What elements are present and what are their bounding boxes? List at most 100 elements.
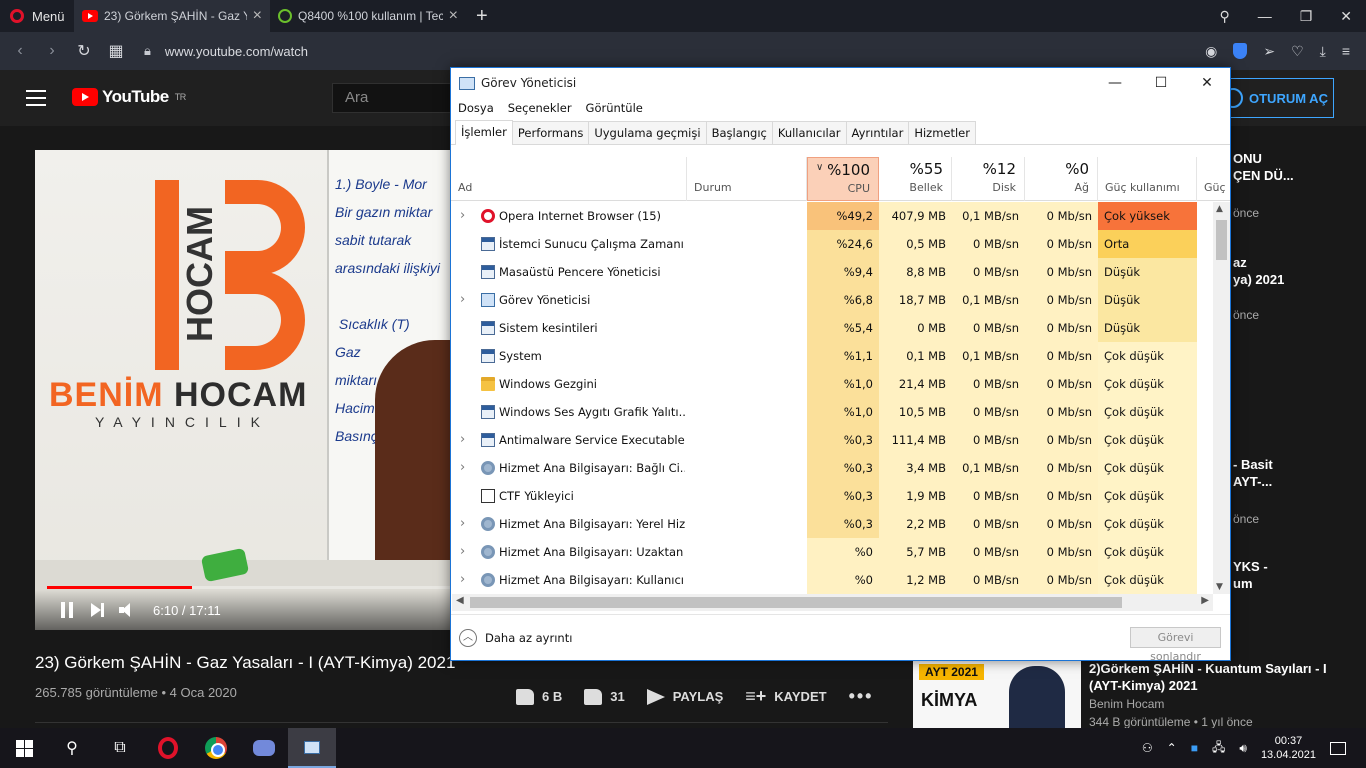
process-row[interactable]: CTF Yükleyici %0,3 1,9 MB 0 MB/sn 0 Mb/sn Çok… [451, 482, 1230, 510]
process-row[interactable]: › Hizmet Ana Bilgisayarı: Uzaktan ... %0 5,… [451, 538, 1230, 566]
sidebar-peek-title[interactable]: ONU ÇEN DÜ... [1233, 150, 1294, 184]
share-button[interactable]: PAYLAŞ [646, 688, 723, 705]
hamburger-menu-icon[interactable] [26, 90, 46, 111]
download-icon[interactable]: ⤓ [1320, 43, 1326, 60]
pause-icon[interactable] [61, 602, 73, 618]
col-name[interactable]: Ad [451, 157, 687, 201]
volume-icon[interactable] [119, 603, 135, 617]
menu-view[interactable]: Görüntüle [586, 101, 643, 115]
people-icon[interactable]: ⚇ [1142, 741, 1153, 755]
taskbar-task-manager[interactable] [288, 728, 336, 768]
scroll-right-icon[interactable]: ▶ [1201, 595, 1209, 606]
col-cpu[interactable]: ∨ %100 CPU [807, 157, 879, 201]
horizontal-scrollbar[interactable]: ◀ ▶ [452, 594, 1213, 611]
youtube-search-input[interactable]: Ara [332, 83, 462, 113]
maximize-icon[interactable]: ☐ [1138, 75, 1184, 91]
expand-chevron-icon[interactable]: › [460, 538, 472, 566]
video-progress-bar[interactable] [47, 586, 451, 589]
col-memory[interactable]: %55 Bellek [879, 157, 952, 201]
menu-file[interactable]: Dosya [458, 101, 494, 115]
heart-icon[interactable]: ♡ [1291, 43, 1304, 60]
col-power[interactable]: Güç kullanımı [1098, 157, 1197, 201]
menu-options[interactable]: Seçenekler [508, 101, 572, 115]
expand-chevron-icon[interactable]: › [460, 510, 472, 538]
camera-icon[interactable]: ◉ [1205, 43, 1217, 60]
process-row[interactable]: System %1,1 0,1 MB 0,1 MB/sn 0 Mb/sn Çok düşü… [451, 342, 1230, 370]
process-row[interactable]: › Görev Yöneticisi %6,8 18,7 MB 0,1 MB/sn 0 M… [451, 286, 1230, 314]
minimize-icon[interactable]: — [1092, 75, 1138, 91]
clock[interactable]: 00:37 13.04.2021 [1261, 734, 1316, 762]
recommended-thumbnail[interactable]: AYT 2021 KİMYA [913, 660, 1081, 728]
col-disk[interactable]: %12 Disk [952, 157, 1025, 201]
sidebar-peek-title[interactable]: - Basit AYT-... [1233, 456, 1273, 490]
browser-tab-techforum[interactable]: Q8400 %100 kullanım | Tech × [270, 0, 466, 32]
dislike-button[interactable]: 31 [584, 688, 625, 705]
scroll-left-icon[interactable]: ◀ [456, 595, 464, 606]
scroll-up-icon[interactable]: ▲ [1216, 204, 1223, 214]
send-icon[interactable]: ➢ [1263, 43, 1275, 60]
sidebar-peek-title[interactable]: az ya) 2021 [1233, 254, 1284, 288]
expand-chevron-icon[interactable]: › [460, 454, 472, 482]
search-tabs-icon[interactable]: ⚲ [1219, 8, 1229, 25]
scroll-down-icon[interactable]: ▼ [1216, 582, 1223, 592]
defender-icon[interactable]: ■ [1191, 741, 1198, 755]
process-row[interactable]: Masaüstü Pencere Yöneticisi %9,4 8,8 MB 0 M… [451, 258, 1230, 286]
task-manager-titlebar[interactable]: Görev Yöneticisi — ☐ ✕ [451, 68, 1230, 98]
chevron-up-icon[interactable]: ︿ [459, 628, 477, 647]
tab-services[interactable]: Hizmetler [908, 121, 976, 144]
close-tab-icon[interactable]: × [449, 7, 458, 25]
reload-icon[interactable]: ↻ [68, 41, 100, 61]
next-video-icon[interactable] [91, 603, 104, 617]
tab-users[interactable]: Kullanıcılar [771, 121, 847, 144]
expand-chevron-icon[interactable]: › [460, 426, 472, 454]
url-field[interactable]: 🔒︎ www.youtube.com/watch [144, 43, 308, 59]
new-tab-button[interactable]: + [466, 5, 498, 28]
save-button[interactable]: ≡+ KAYDET [745, 686, 826, 707]
minimize-icon[interactable]: — [1258, 8, 1272, 24]
speed-dial-icon[interactable]: ▦ [100, 41, 132, 61]
search-icon[interactable]: ⚲ [48, 728, 96, 768]
recommended-channel[interactable]: Benim Hocam [1089, 697, 1164, 711]
more-actions-icon[interactable]: ••• [849, 686, 874, 707]
opera-menu-button[interactable]: Menü [0, 0, 74, 32]
restore-icon[interactable]: ❐ [1300, 8, 1313, 25]
process-row[interactable]: › Antimalware Service Executable %0,3 111,4… [451, 426, 1230, 454]
process-row[interactable]: › Opera Internet Browser (15) %49,2 407,9 M… [451, 202, 1230, 230]
taskbar-discord[interactable] [240, 728, 288, 768]
adblock-shield-icon[interactable] [1233, 43, 1248, 59]
tab-performance[interactable]: Performans [511, 121, 590, 144]
browser-tab-youtube[interactable]: 23) Görkem ŞAHİN - Gaz Ya × [74, 0, 270, 32]
end-task-button[interactable]: Görevi sonlandır [1130, 627, 1221, 663]
like-button[interactable]: 6 B [516, 688, 562, 705]
task-view-icon[interactable]: ⧉ [96, 728, 144, 768]
col-power-trend[interactable]: Güç [1197, 157, 1230, 201]
vertical-scrollbar[interactable]: ▲ ▼ [1213, 202, 1230, 594]
menu-lines-icon[interactable]: ≡ [1342, 43, 1350, 59]
expand-chevron-icon[interactable]: › [460, 286, 472, 314]
tray-chevron-up-icon[interactable]: ⌃ [1167, 741, 1177, 755]
tab-app-history[interactable]: Uygulama geçmişi [588, 121, 707, 144]
start-button[interactable] [0, 728, 48, 768]
notification-center-icon[interactable] [1330, 741, 1346, 755]
close-tab-icon[interactable]: × [253, 7, 262, 25]
fewer-details-link[interactable]: Daha az ayrıntı [485, 631, 572, 645]
close-icon[interactable]: ✕ [1184, 75, 1230, 91]
scroll-thumb[interactable] [470, 597, 1122, 608]
network-icon[interactable]: 🖧︎ [1212, 738, 1225, 759]
back-icon[interactable]: ‹ [4, 42, 36, 60]
process-row[interactable]: İstemci Sunucu Çalışma Zamanı... %24,6 0,5… [451, 230, 1230, 258]
process-row[interactable]: › Hizmet Ana Bilgisayarı: Kullanıcı... %0 1… [451, 566, 1230, 594]
tab-details[interactable]: Ayrıntılar [845, 121, 910, 144]
taskbar-opera[interactable] [144, 728, 192, 768]
expand-chevron-icon[interactable]: › [460, 202, 472, 230]
youtube-logo[interactable]: YouTube TR [72, 87, 186, 107]
col-network[interactable]: %0 Ağ [1025, 157, 1098, 201]
process-row[interactable]: Windows Ses Aygıtı Grafik Yalıtı... %1,0 1… [451, 398, 1230, 426]
process-row[interactable]: › Hizmet Ana Bilgisayarı: Bağlı Ci... %0,3… [451, 454, 1230, 482]
close-window-icon[interactable]: ✕ [1340, 8, 1352, 25]
video-player[interactable]: HOCAM BENİM HOCAM YAYINCILIK 1.) Boyle -… [35, 150, 451, 630]
tab-processes[interactable]: İşlemler [455, 120, 513, 145]
forward-icon[interactable]: › [36, 42, 68, 60]
process-row[interactable]: Windows Gezgini %1,0 21,4 MB 0 MB/sn 0 Mb/sn… [451, 370, 1230, 398]
process-row[interactable]: › Hizmet Ana Bilgisayarı: Yerel Hiz... %0,… [451, 510, 1230, 538]
